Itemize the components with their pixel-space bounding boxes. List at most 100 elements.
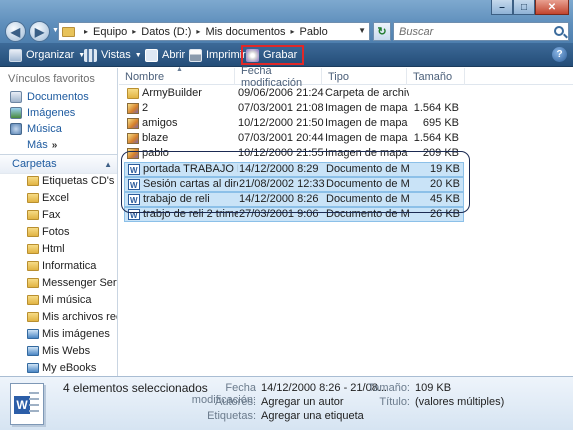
forward-button[interactable]: ▶ [29, 21, 50, 42]
size-value: 109 KB [415, 382, 452, 394]
more-label: Más [27, 139, 48, 151]
file-size-cell [405, 87, 459, 100]
command-toolbar: Organizar ▼ Vistas ▼ Abrir Imprimir Grab… [0, 43, 573, 67]
file-type-cell: Imagen de mapa ... [325, 102, 409, 114]
open-label: Abrir [162, 49, 186, 61]
file-name: amigos [142, 117, 178, 129]
folder-icon [27, 243, 39, 254]
more-links[interactable]: Más» [27, 139, 57, 151]
folder-label: Html [42, 242, 65, 255]
favorite-imagenes[interactable]: Imágenes [10, 107, 75, 119]
file-list: Nombre ▲ Fecha modificación Tipo Tamaño … [119, 65, 573, 376]
breadcrumb-datos[interactable]: ▸ Datos (D:) [127, 26, 191, 38]
folder-tree-item[interactable]: My eBooks [27, 359, 117, 376]
folder-tree-item[interactable]: Mis imágenes [27, 325, 117, 342]
folder-tree-item[interactable]: Etiquetas CD's [27, 172, 117, 189]
size-label: Tamaño: [367, 382, 410, 394]
breadcrumb-equipo[interactable]: ▸ Equipo [79, 26, 127, 38]
refresh-button[interactable]: ↻ [373, 22, 391, 41]
folder-icon [27, 260, 39, 271]
back-button[interactable]: ◀ [5, 21, 26, 42]
authors-label: Autores: [215, 396, 256, 408]
arrow-right-icon: ▶ [34, 24, 45, 39]
text-line-icon [29, 398, 39, 400]
search-input[interactable] [394, 23, 544, 40]
file-name-cell: 2 [127, 102, 237, 115]
search-icon[interactable] [554, 26, 564, 36]
folder-tree-item[interactable]: Informatica [27, 257, 117, 274]
search-box[interactable] [393, 22, 569, 41]
column-header-label: Nombre [125, 70, 165, 83]
open-button[interactable]: Abrir [145, 46, 185, 64]
chevron-up-icon: ▲ [104, 159, 112, 169]
column-header-type[interactable]: Tipo [322, 68, 407, 85]
breadcrumb-separator[interactable]: ▸ [84, 27, 88, 36]
folders-header[interactable]: Carpetas ▲ [0, 154, 117, 174]
breadcrumb-pablo[interactable]: ▸ Pablo [286, 26, 328, 38]
details-pane: W 4 elementos seleccionados Fecha modifi… [0, 376, 573, 430]
music-icon [10, 123, 22, 135]
folder-tree-item[interactable]: Html [27, 240, 117, 257]
favorite-musica[interactable]: Música [10, 123, 62, 135]
folder-label: Mis Webs [42, 344, 91, 357]
views-label: Vistas [101, 49, 131, 61]
breadcrumb-separator[interactable]: ▸ [196, 27, 200, 36]
breadcrumb-separator[interactable]: ▸ [291, 27, 295, 36]
file-row[interactable]: amigos 10/12/2000 21:50Imagen de mapa ...… [124, 117, 464, 132]
column-header-name[interactable]: Nombre ▲ [119, 66, 235, 85]
column-header-size[interactable]: Tamaño [407, 68, 465, 85]
authors-value[interactable]: Agregar un autor [261, 396, 344, 408]
organize-icon [9, 48, 22, 62]
minimize-button[interactable]: – [491, 0, 513, 15]
column-header-date[interactable]: Fecha modificación [235, 65, 322, 89]
favorite-documentos[interactable]: Documentos [10, 91, 89, 103]
address-dropdown-icon[interactable]: ▼ [358, 26, 366, 35]
close-button[interactable]: ✕ [535, 0, 569, 15]
tags-value[interactable]: Agregar una etiqueta [261, 410, 364, 422]
file-name-cell: blaze [127, 132, 237, 145]
folder-tree-item[interactable]: Fax [27, 206, 117, 223]
maximize-button[interactable]: □ [513, 0, 535, 15]
window-controls: – □ ✕ [491, 0, 569, 15]
folder-label: Fotos [42, 225, 70, 238]
views-icon [84, 48, 97, 62]
breadcrumb-label: Pablo [299, 25, 328, 38]
title-label: Título: [379, 396, 410, 408]
folder-tree-item[interactable]: Mis Webs [27, 342, 117, 359]
folder-icon [27, 192, 39, 203]
file-row[interactable]: 2 07/03/2001 21:08Imagen de mapa ... 1.564… [124, 102, 464, 117]
folder-icon [27, 328, 39, 339]
organize-button[interactable]: Organizar ▼ [9, 46, 85, 64]
favorite-label: Música [27, 123, 62, 135]
refresh-icon: ↻ [377, 26, 387, 38]
folder-icon [27, 175, 39, 186]
file-name-cell: amigos [127, 117, 237, 130]
folder-tree-item[interactable]: Mi música [27, 291, 117, 308]
chevron-down-icon: ▼ [134, 51, 142, 59]
folder-label: Excel [42, 191, 69, 204]
views-button[interactable]: Vistas ▼ [84, 46, 142, 64]
file-row[interactable]: ArmyBuilder 09/06/2006 21:24 Carpeta de ar… [124, 87, 464, 102]
folder-tree-item[interactable]: Excel [27, 189, 117, 206]
tags-label: Etiquetas: [207, 410, 256, 422]
title-value[interactable]: (valores múltiples) [415, 396, 504, 408]
print-button[interactable]: Imprimir [189, 46, 246, 64]
breadcrumb-mis-documentos[interactable]: ▸ Mis documentos [191, 26, 285, 38]
word-document-icon: W [10, 383, 44, 425]
folder-icon [27, 362, 39, 373]
folder-tree-item[interactable]: Fotos [27, 223, 117, 240]
file-size-cell: 695 KB [422, 117, 459, 129]
address-bar[interactable]: ▸ Equipo ▸ Datos (D:) ▸ Mis documentos ▸ Pab… [58, 22, 370, 41]
print-label: Imprimir [206, 49, 246, 61]
file-row[interactable]: blaze 07/03/2001 20:44Imagen de mapa ... 1… [124, 132, 464, 147]
folder-tree-item[interactable]: Mis archivos reci [27, 308, 117, 325]
folder-icon [27, 209, 39, 220]
favorite-label: Documentos [27, 91, 89, 103]
folder-tree-item[interactable]: Messenger Servi [27, 274, 117, 291]
burn-button[interactable]: Grabar [241, 45, 305, 65]
folder-icon [27, 311, 39, 322]
file-size-cell: 1.564 KB [413, 132, 459, 144]
breadcrumb-separator[interactable]: ▸ [132, 27, 136, 36]
help-button[interactable]: ? [552, 47, 567, 62]
folder-label: Mis imágenes [42, 327, 110, 340]
